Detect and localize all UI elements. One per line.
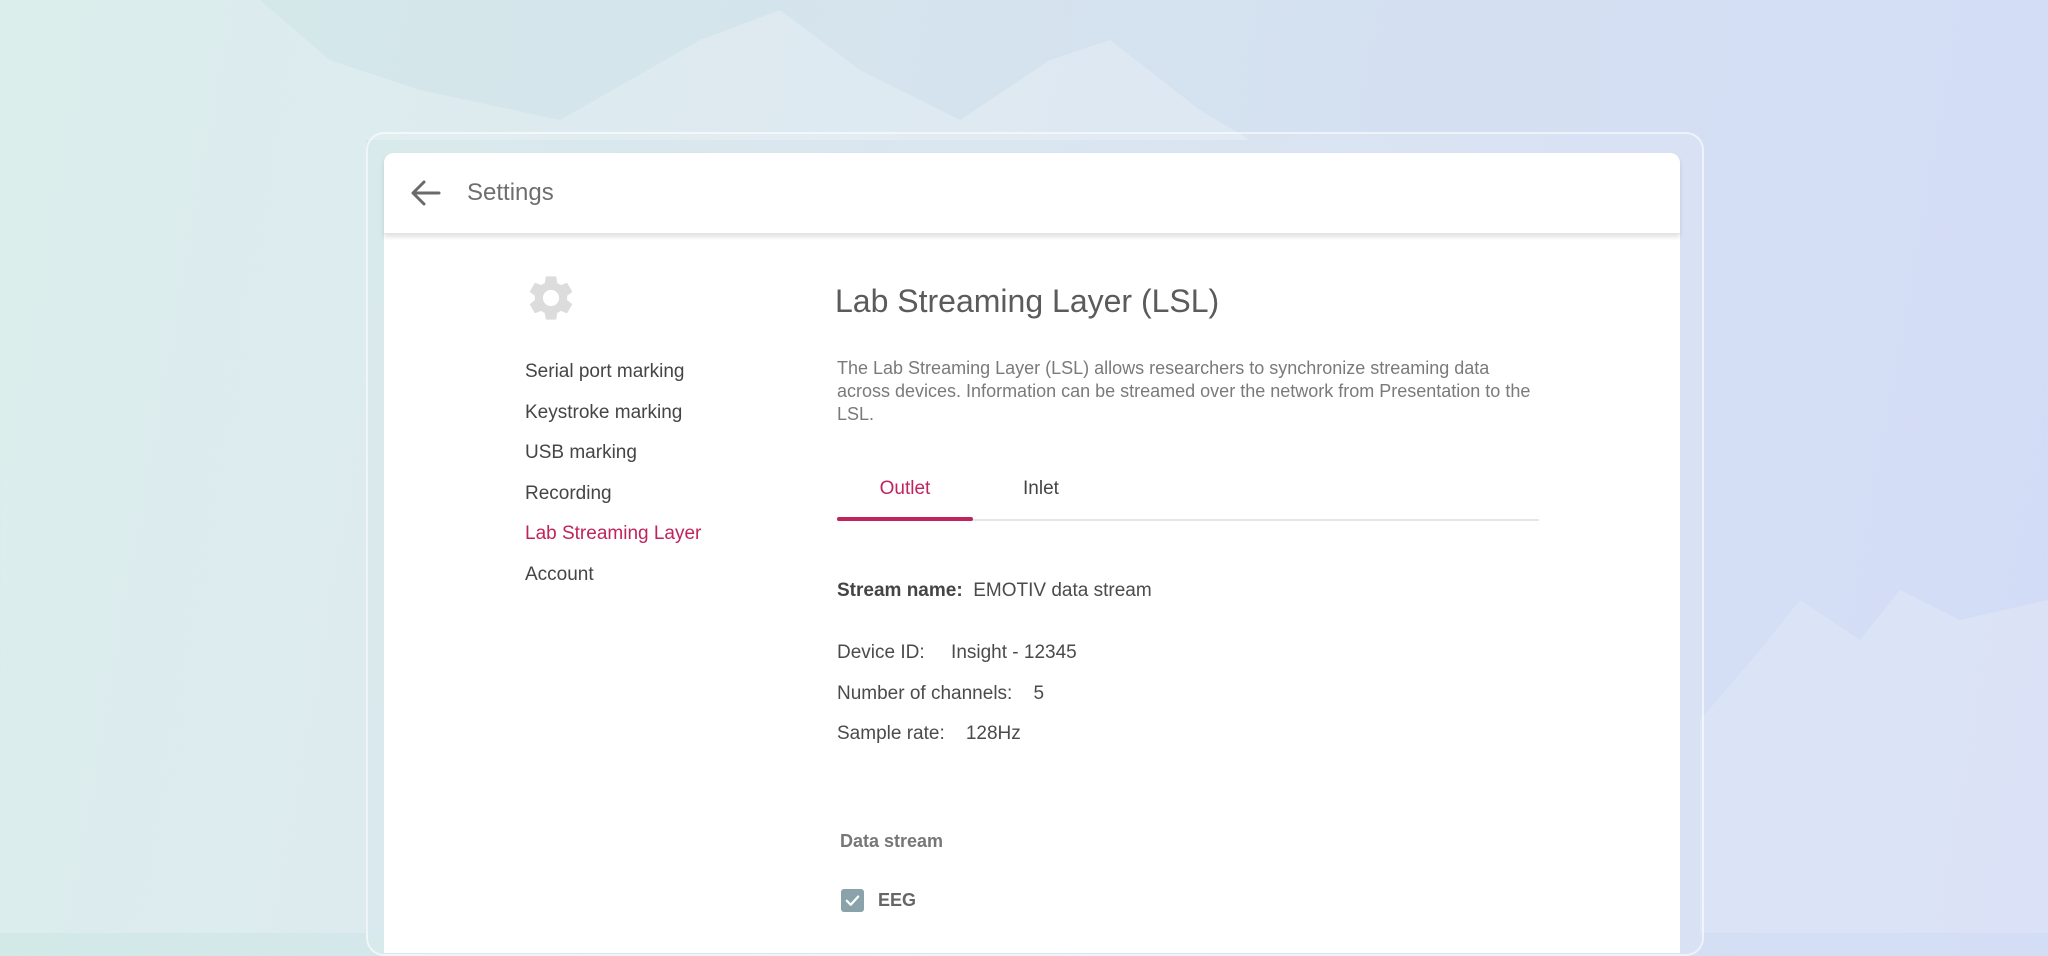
sidebar-item-usb-marking[interactable]: USB marking bbox=[525, 442, 701, 483]
eeg-checkbox-row[interactable]: EEG bbox=[841, 889, 916, 912]
eeg-checkbox-label: EEG bbox=[878, 890, 917, 910]
settings-card: Settings Serial port marking Keystroke m… bbox=[384, 153, 1680, 953]
sidebar-item-serial-port-marking[interactable]: Serial port marking bbox=[525, 361, 701, 402]
device-id-row: Device ID: Insight - 12345 bbox=[837, 642, 1077, 664]
data-stream-label: Data stream bbox=[840, 831, 944, 851]
sidebar-item-lab-streaming-layer[interactable]: Lab Streaming Layer bbox=[525, 523, 701, 564]
sidebar-item-account[interactable]: Account bbox=[525, 564, 701, 605]
tab-bar: Outlet Inlet bbox=[837, 458, 1539, 521]
tab-outlet-label: Outlet bbox=[879, 477, 931, 499]
section-description: The Lab Streaming Layer (LSL) allows res… bbox=[837, 358, 1531, 424]
sample-rate-row: Sample rate: 128Hz bbox=[837, 723, 1021, 745]
channels-value: 5 bbox=[1033, 683, 1045, 704]
section-title: Lab Streaming Layer (LSL) bbox=[835, 283, 1220, 319]
sidebar-item-keystroke-marking[interactable]: Keystroke marking bbox=[525, 402, 701, 443]
gear-icon bbox=[529, 276, 573, 320]
app-bar: Settings bbox=[384, 153, 1680, 234]
stream-name-label: Stream name: bbox=[837, 580, 963, 601]
channels-row: Number of channels: 5 bbox=[837, 683, 1044, 705]
stream-name-value: EMOTIV data stream bbox=[973, 580, 1152, 601]
device-id-label: Device ID: bbox=[837, 642, 925, 663]
settings-sidebar: Serial port marking Keystroke marking US… bbox=[525, 361, 701, 605]
active-tab-indicator bbox=[837, 517, 973, 521]
sample-rate-value: 128Hz bbox=[965, 723, 1021, 744]
sample-rate-label: Sample rate: bbox=[837, 723, 945, 744]
page-title: Settings bbox=[467, 179, 554, 206]
tab-outlet[interactable]: Outlet bbox=[837, 458, 973, 521]
device-id-value: Insight - 12345 bbox=[951, 642, 1077, 663]
eeg-checkbox[interactable] bbox=[841, 889, 864, 912]
arrow-left-icon[interactable] bbox=[408, 175, 444, 211]
tab-inlet[interactable]: Inlet bbox=[973, 458, 1109, 519]
channels-label: Number of channels: bbox=[837, 683, 1013, 704]
stream-name-row: Stream name: EMOTIV data stream bbox=[837, 580, 1152, 602]
check-icon bbox=[845, 895, 860, 906]
tab-inlet-label: Inlet bbox=[1023, 477, 1059, 499]
sidebar-item-recording[interactable]: Recording bbox=[525, 483, 701, 524]
